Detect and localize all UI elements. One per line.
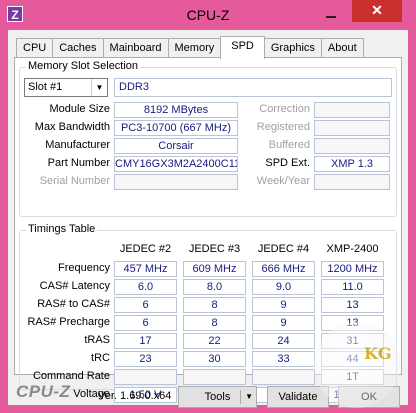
tools-label: Tools [204,391,231,403]
close-button[interactable]: ✕ [352,0,402,22]
timing-row-label: tRC [91,352,110,364]
dropdown-arrow-icon[interactable]: ▼ [245,387,253,407]
field-label: Max Bandwidth [34,121,110,133]
version-label: Ver. 1.69.0.x64 [98,390,172,402]
tools-separator [240,390,241,404]
field-value [314,174,390,190]
timing-cell: 457 MHz [114,261,177,277]
tab-mainboard[interactable]: Mainboard [102,38,169,58]
timing-cell: 666 MHz [252,261,315,277]
timing-cell [252,369,315,385]
timing-cell: 9 [252,297,315,313]
timing-cell: 24 [252,333,315,349]
field-label: Serial Number [39,175,110,187]
timing-cell: 6.0 [114,279,177,295]
timings-column-header: JEDEC #3 [188,243,241,255]
timing-cell: 6 [114,315,177,331]
timings-column-header: JEDEC #2 [119,243,172,255]
watermark-text: KG [364,344,392,363]
timings-legend: Timings Table [26,223,98,235]
tab-caches[interactable]: Caches [52,38,104,58]
timing-row-label: Frequency [58,262,110,274]
field-label: Module Size [49,103,110,115]
field-value: 8192 MBytes [114,102,238,118]
cpuz-brand-logo: CPU-Z [16,382,71,401]
field-value: PC3-10700 (667 MHz) [114,120,238,136]
field-value [314,138,390,154]
tab-about[interactable]: About [320,38,364,58]
timing-row-label: Command Rate [32,370,110,382]
validate-button[interactable]: Validate [267,386,329,408]
timing-cell: 8 [183,315,246,331]
field-label: SPD Ext. [265,157,310,169]
memory-type-field: DDR3 [114,78,392,97]
field-label: Registered [256,121,310,133]
chevron-down-icon[interactable]: ▼ [91,79,107,96]
timing-cell: 11.0 [321,279,384,295]
field-label: Part Number [47,157,110,169]
tab-memory[interactable]: Memory [167,38,222,58]
timing-cell: 8.0 [183,279,246,295]
cpuz-window: Z CPU-Z ✕ CPU Caches Mainboard Memory SPD Gra… [0,0,416,413]
field-value: XMP 1.3 [314,156,390,172]
field-value [114,174,238,190]
timing-row-label: tRAS [84,334,110,346]
timing-cell: 9.0 [252,279,315,295]
field-value [314,102,390,118]
timing-cell: 30 [183,351,246,367]
slot-select[interactable]: Slot #1 ▼ [24,78,108,97]
field-label: Manufacturer [45,139,110,151]
tab-graphics[interactable]: Graphics [263,38,322,58]
timing-cell: 33 [252,351,315,367]
kg-watermark: KG [314,322,400,408]
tab-cpu[interactable]: CPU [16,38,54,58]
field-value [314,120,390,136]
slot-select-value: Slot #1 [28,81,63,93]
tab-bar: CPU Caches Mainboard Memory SPD Graphics About [16,36,364,59]
timing-cell: 17 [114,333,177,349]
field-value: Corsair [114,138,238,154]
timing-cell: 23 [114,351,177,367]
timing-cell: 1200 MHz [321,261,384,277]
title-bar[interactable]: Z CPU-Z ✕ [0,0,416,30]
timing-cell: 6 [114,297,177,313]
field-label: Buffered [268,139,310,151]
memory-slot-group: Memory Slot Selection Slot #1 ▼ DDR3 Mod… [19,60,397,217]
field-label: Week/Year [256,175,310,187]
timing-row-label: CAS# Latency [39,280,110,292]
tab-spd[interactable]: SPD [220,36,265,59]
timings-column-header: JEDEC #4 [257,243,310,255]
minimize-button[interactable] [318,4,344,24]
field-label: Correction [259,103,310,115]
timing-cell: 8 [183,297,246,313]
field-value: CMY16GX3M2A2400C11 [114,156,238,172]
timing-cell: 609 MHz [183,261,246,277]
timing-cell: 9 [252,315,315,331]
timing-row-label: RAS# Precharge [27,316,110,328]
tools-button[interactable]: Tools ▼ [178,386,257,408]
timing-cell: 22 [183,333,246,349]
timing-cell [114,369,177,385]
timings-column-header: XMP-2400 [326,243,379,255]
timing-cell [183,369,246,385]
timing-row-label: RAS# to CAS# [37,298,110,310]
timing-cell: 13 [321,297,384,313]
memory-slot-legend: Memory Slot Selection [26,60,141,72]
